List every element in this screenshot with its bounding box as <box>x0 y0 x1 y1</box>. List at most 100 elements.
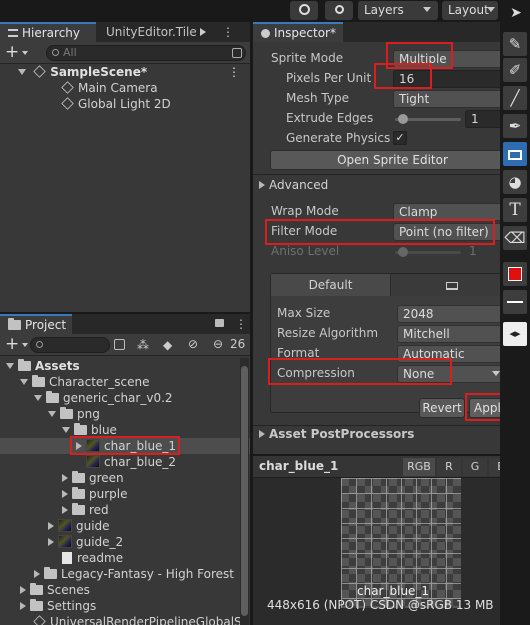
collapse-arrow-icon[interactable] <box>259 430 265 438</box>
search-button[interactable] <box>325 1 353 20</box>
rectangle-tool[interactable] <box>503 142 527 166</box>
tree-item-settings[interactable]: Settings <box>0 598 250 614</box>
add-dropdown-icon[interactable] <box>22 343 28 347</box>
hierarchy-search-input[interactable]: All <box>46 45 246 61</box>
tab-inspector[interactable]: Inspector* <box>253 22 343 42</box>
filter-search-icon[interactable]: ⊘ <box>188 337 198 351</box>
expand-arrow-icon[interactable] <box>18 69 26 75</box>
resize-dropdown[interactable]: Mitchell <box>397 325 517 343</box>
tree-item-assets[interactable]: Assets <box>0 358 250 374</box>
scrollbar-thumb[interactable] <box>241 366 248 616</box>
color-tool[interactable] <box>503 262 527 286</box>
expand-arrow-icon[interactable] <box>62 427 70 433</box>
expand-arrow-icon[interactable] <box>20 379 28 385</box>
collapse-arrow-icon[interactable] <box>62 506 68 514</box>
expand-arrow-icon[interactable] <box>6 363 14 369</box>
tree-item-green[interactable]: green <box>0 470 250 486</box>
advanced-foldout[interactable]: Advanced <box>259 178 328 192</box>
collapse-arrow-icon[interactable] <box>20 602 26 610</box>
slider-handle[interactable] <box>398 114 408 124</box>
physics-checkbox[interactable]: ✓ <box>393 131 407 145</box>
cursor-tool[interactable]: ➤ <box>504 2 528 24</box>
text-tool[interactable]: T <box>503 198 527 222</box>
sprite-mode-dropdown[interactable]: Multiple <box>393 50 503 68</box>
collapse-arrow-icon[interactable] <box>76 442 82 450</box>
tab-project[interactable]: Project <box>0 314 72 334</box>
tree-item-readme[interactable]: readme <box>0 550 250 566</box>
bucket-tool[interactable]: ◕ <box>503 170 527 194</box>
tree-item-red[interactable]: red <box>0 502 250 518</box>
compression-dropdown[interactable]: None <box>397 365 507 383</box>
platform-settings-box: Default Max Size 2048 Resize Algorithm M… <box>270 273 517 413</box>
collapse-arrow-icon[interactable] <box>20 586 26 594</box>
tree-item-guide-2[interactable]: guide_2 <box>0 534 250 550</box>
line-tool[interactable]: ╱ <box>503 86 527 110</box>
lock-icon[interactable] <box>215 319 224 327</box>
stroke-width-tool[interactable] <box>503 290 527 314</box>
project-scrollbar[interactable] <box>240 358 249 625</box>
collapse-arrow-icon[interactable] <box>34 570 40 578</box>
expand-arrow-icon[interactable] <box>48 411 56 417</box>
channel-r-button[interactable]: R <box>437 458 461 476</box>
hierarchy-item[interactable]: Main Camera <box>0 80 250 96</box>
extrude-input[interactable]: 1 <box>465 110 505 128</box>
layout-dropdown[interactable]: Layout <box>442 1 498 20</box>
collapse-arrow-icon[interactable] <box>48 522 54 530</box>
hidden-packages-icon[interactable]: ⊖ <box>213 337 223 351</box>
tree-item-character-scene[interactable]: Character_scene <box>0 374 250 390</box>
layers-dropdown[interactable]: Layers <box>358 1 438 20</box>
marker-tool[interactable]: ✐ <box>503 58 527 82</box>
tree-item-urp-settings[interactable]: UniversalRenderPipelineGlobalSe <box>0 614 250 625</box>
expand-arrow-icon[interactable] <box>34 395 42 401</box>
max-size-dropdown[interactable]: 2048 <box>397 305 517 323</box>
tree-item-guide[interactable]: guide <box>0 518 250 534</box>
tree-item-blue[interactable]: blue <box>0 422 250 438</box>
tree-item-scenes[interactable]: Scenes <box>0 582 250 598</box>
postprocessors-foldout[interactable]: Asset PostProcessors <box>259 427 414 439</box>
filter-type-icon[interactable]: ⁂ <box>137 338 149 352</box>
tree-item-legacy-fantasy[interactable]: Legacy-Fantasy - High Forest <box>0 566 250 582</box>
channel-rgb-button[interactable]: RGB <box>403 458 435 476</box>
add-button[interactable]: + <box>5 42 19 62</box>
panel-menu-icon[interactable]: ⋮ <box>222 25 234 39</box>
channel-g-button[interactable]: G <box>463 458 487 476</box>
tab-tilemap[interactable]: UnityEditor.Tilem <box>98 22 196 42</box>
ppu-input[interactable]: 16 <box>393 70 503 88</box>
collapse-arrow-icon[interactable] <box>62 474 68 482</box>
tab-hierarchy[interactable]: Hierarchy <box>0 22 96 42</box>
pen-tool[interactable]: ✒ <box>503 114 527 138</box>
project-search-input[interactable] <box>30 337 110 353</box>
clear-tool[interactable]: ⌫ <box>503 226 527 250</box>
pencil-tool[interactable]: ✎ <box>503 32 527 56</box>
collapse-arrow-icon[interactable] <box>48 538 54 546</box>
tree-item-char-blue-2[interactable]: char_blue_2 <box>0 454 250 470</box>
tree-item-png[interactable]: png <box>0 406 250 422</box>
open-sprite-editor-button[interactable]: Open Sprite Editor <box>270 150 515 170</box>
scene-menu-icon[interactable]: ⋮ <box>228 64 240 80</box>
wrap-mode-dropdown[interactable]: Clamp <box>393 203 503 221</box>
tree-item-generic-char[interactable]: generic_char_v0.2 <box>0 390 250 406</box>
filter-label-icon[interactable]: ◆ <box>163 338 172 352</box>
history-button[interactable] <box>290 1 318 20</box>
add-dropdown-icon[interactable] <box>22 51 28 55</box>
add-button[interactable]: + <box>5 334 19 354</box>
tree-item-purple[interactable]: purple <box>0 486 250 502</box>
panel-menu-icon[interactable]: ⋮ <box>235 317 247 331</box>
search-options-icon[interactable] <box>232 48 242 58</box>
hierarchy-item[interactable]: Global Light 2D <box>0 96 250 112</box>
revert-button[interactable]: Revert <box>419 398 465 418</box>
tree-item-char-blue-1[interactable]: char_blue_1 <box>0 438 250 454</box>
search-options-icon[interactable] <box>114 339 125 350</box>
collapse-arrow-icon[interactable] <box>259 181 265 189</box>
filter-mode-dropdown[interactable]: Point (no filter) <box>393 223 503 241</box>
tree-item-label: Settings <box>47 599 97 613</box>
format-dropdown[interactable]: Automatic <box>397 345 517 363</box>
mesh-type-dropdown[interactable]: Tight <box>393 90 503 108</box>
swap-tool[interactable]: ◂▸ <box>503 322 527 346</box>
scene-row[interactable]: SampleScene* ⋮ <box>0 64 250 80</box>
tab-platform-default[interactable]: Default <box>271 274 391 296</box>
collapse-arrow-icon[interactable] <box>62 490 68 498</box>
extrude-slider[interactable] <box>395 114 461 124</box>
tab-platform-standalone[interactable] <box>392 274 511 296</box>
tab-scroll-right-icon[interactable] <box>200 28 206 36</box>
